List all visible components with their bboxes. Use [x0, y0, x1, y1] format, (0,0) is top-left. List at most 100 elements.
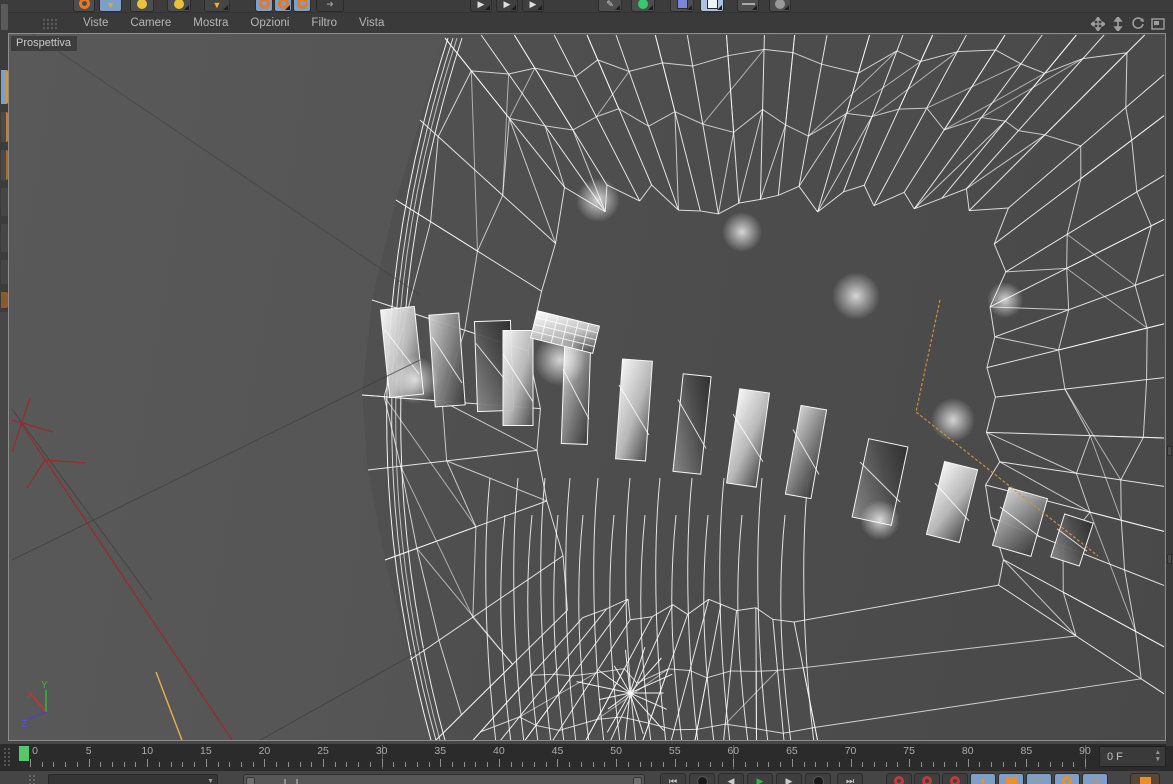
key-parameter-button[interactable] — [1054, 773, 1080, 784]
timeline-tick — [1026, 759, 1028, 767]
frame-spinner[interactable]: ▲ ▼ — [1155, 749, 1161, 763]
timeline-tick — [287, 762, 289, 767]
timeline-grip-icon[interactable] — [3, 747, 12, 767]
timeline-preset-dropdown[interactable]: ▼ — [48, 774, 218, 784]
timeline-tick — [463, 762, 465, 767]
menu-item-mostra[interactable]: Mostra — [182, 13, 239, 34]
current-frame-marker[interactable] — [19, 746, 29, 761]
timeline-tick — [416, 762, 418, 767]
last-tool-icon[interactable]: ▼ — [204, 0, 230, 12]
menu-item-camere[interactable]: Camere — [119, 13, 182, 34]
timeline-tick — [498, 759, 500, 767]
deformer-menu-icon[interactable] — [631, 0, 655, 12]
timeline-tick — [651, 762, 653, 767]
timeline-ruler[interactable]: 0 5 10 15 20 25 30 35 40 45 50 55 60 65 70 75 80 85 90 0 F… — [0, 744, 1173, 770]
menu-item-vista[interactable]: Vista — [348, 13, 395, 34]
spline-pen-icon[interactable] — [737, 0, 759, 12]
keyframe-selection-button[interactable] — [942, 773, 968, 784]
left-tool-icon[interactable] — [1, 150, 8, 180]
timeline-tick — [745, 762, 747, 767]
move-tool-icon[interactable]: ▼ — [99, 0, 122, 12]
timeline-tick — [100, 762, 102, 767]
timeline-tick — [580, 762, 582, 767]
key-rotation-button[interactable]: ◠ — [1026, 773, 1052, 784]
axis-x-label: X — [27, 690, 34, 701]
timeline-tick — [662, 762, 664, 767]
pen-tool-icon[interactable]: ✎ — [598, 0, 622, 12]
prev-key-button[interactable] — [689, 773, 715, 784]
timeline-tick — [920, 762, 922, 767]
render-view-icon[interactable] — [255, 0, 273, 12]
next-key-button[interactable] — [805, 773, 831, 784]
timeline-tick — [194, 762, 196, 767]
timeline-tick — [791, 759, 793, 767]
generator-menu-icon[interactable]: ▶ — [522, 0, 544, 12]
render-settings-icon[interactable] — [293, 0, 311, 12]
left-selected-tool-icon[interactable] — [1, 70, 8, 104]
timeline-tick — [147, 759, 149, 767]
viewport-canvas[interactable]: X Y Z — [9, 34, 1165, 740]
left-tool-icon[interactable] — [1, 112, 8, 142]
autokey-button[interactable] — [914, 773, 940, 784]
timeline-tick — [1073, 762, 1075, 767]
play-button[interactable]: ▶ — [747, 773, 773, 784]
timeline-tick — [627, 762, 629, 767]
left-tool-icon[interactable] — [1, 292, 8, 308]
solo-button[interactable] — [1130, 773, 1160, 784]
sphere-menu-icon[interactable] — [769, 0, 791, 12]
prev-frame-button[interactable]: ◀ — [718, 773, 744, 784]
viewport-camera-label[interactable]: Prospettiva — [11, 36, 78, 51]
timeline-tick — [674, 759, 676, 767]
scale-tool-icon[interactable] — [130, 0, 154, 12]
animation-toolbar-grip-icon[interactable] — [28, 774, 37, 784]
undo-icon[interactable] — [73, 0, 95, 12]
timeline-tick — [393, 762, 395, 767]
range-start-handle[interactable] — [246, 777, 255, 784]
axis-gizmo: X Y Z — [21, 680, 48, 730]
zoom-view-icon[interactable] — [1111, 16, 1125, 31]
timeline-tick — [604, 762, 606, 767]
spline-menu-icon[interactable]: ▶ — [496, 0, 518, 12]
primitive-menu-icon[interactable]: ▶ — [470, 0, 492, 12]
timeline-tick — [170, 762, 172, 767]
timeline-tick-label: 50 — [610, 745, 622, 757]
camera-menu-icon[interactable] — [700, 0, 724, 12]
next-frame-button[interactable]: ▶ — [776, 773, 802, 784]
current-frame-field[interactable]: 0 F ▲ ▼ — [1099, 746, 1166, 767]
arrow-right-icon[interactable]: ➜ — [316, 0, 344, 12]
render-picture-viewer-icon[interactable] — [274, 0, 292, 12]
key-position-button[interactable]: ⬧ — [970, 773, 996, 784]
timeline-tick — [545, 762, 547, 767]
menu-item-opzioni[interactable]: Opzioni — [239, 13, 300, 34]
timeline-tick — [698, 762, 700, 767]
key-pla-button[interactable]: ⁙ — [1082, 773, 1108, 784]
rotate-tool-icon[interactable] — [167, 0, 191, 12]
timeline-tick — [709, 762, 711, 767]
timeline-tick — [123, 762, 125, 767]
left-tool-icon[interactable] — [1, 224, 8, 252]
timeline-tick-label: 75 — [903, 745, 915, 757]
timeline-tick — [639, 762, 641, 767]
record-keyframe-button[interactable] — [886, 773, 912, 784]
menu-grip-icon[interactable] — [42, 18, 60, 30]
timeline-range-slider[interactable] — [243, 774, 645, 784]
left-tool-icon[interactable] — [1, 260, 8, 284]
pan-view-icon[interactable] — [1091, 16, 1105, 31]
viewport-perspective[interactable]: Prospettiva X Y Z — [8, 33, 1166, 741]
timeline-tick — [557, 759, 559, 767]
timeline-tick — [862, 762, 864, 767]
menu-item-viste[interactable]: Viste — [72, 13, 119, 34]
timeline-tick — [334, 762, 336, 767]
left-tool-icon[interactable] — [1, 188, 8, 216]
goto-end-button[interactable]: ⏭ — [837, 773, 863, 784]
timeline-tick — [135, 762, 137, 767]
menu-item-filtro[interactable]: Filtro — [300, 13, 348, 34]
range-end-handle[interactable] — [633, 777, 642, 784]
key-scale-button[interactable] — [998, 773, 1024, 784]
goto-start-button[interactable]: ⏮ — [660, 773, 686, 784]
environment-menu-icon[interactable] — [670, 0, 694, 12]
timeline-tick-label: 35 — [434, 745, 447, 757]
left-tool-icon[interactable] — [1, 4, 8, 30]
rotate-view-icon[interactable] — [1131, 16, 1145, 31]
maximize-view-icon[interactable] — [1151, 17, 1165, 31]
